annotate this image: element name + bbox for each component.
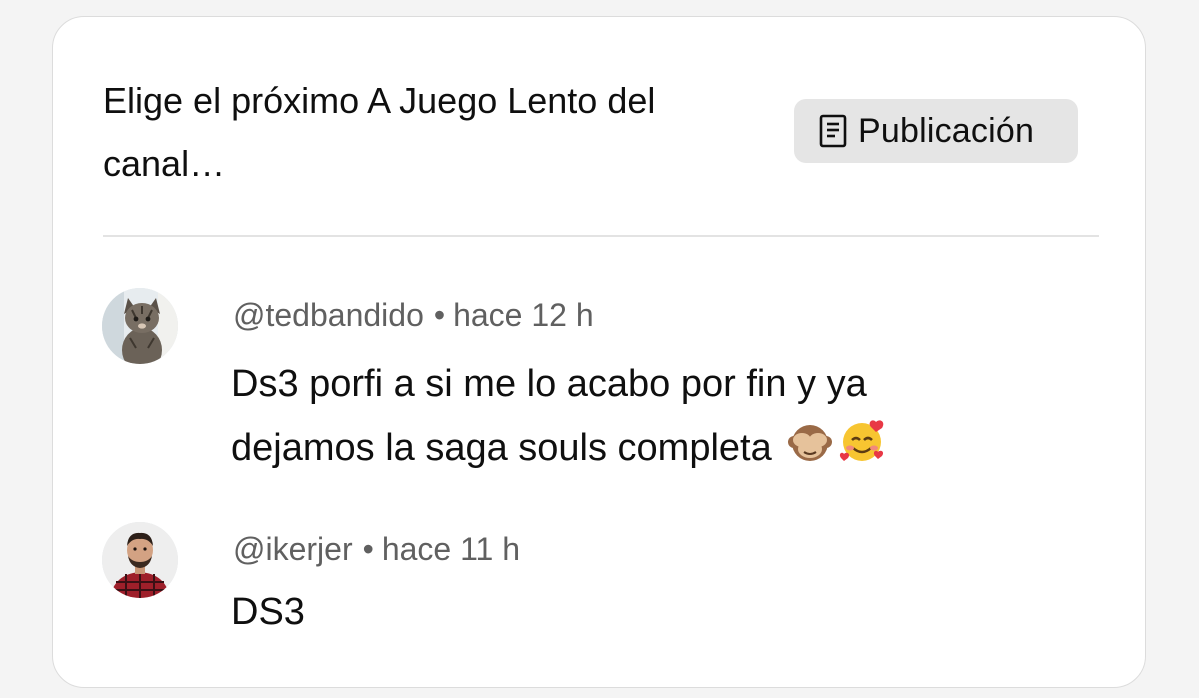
comment-author[interactable]: @tedbandido	[233, 297, 424, 333]
man-avatar	[102, 522, 178, 598]
post-document-icon	[818, 114, 848, 148]
comment-author[interactable]: @ikerjer	[233, 531, 353, 567]
comment-text: DS3	[231, 580, 1051, 644]
comment-meta: @ikerjer • hace 11 h	[233, 531, 520, 568]
comment-text: Ds3 porfi a si me lo acabo por fin y ya …	[231, 352, 1051, 480]
post-card: Elige el próximo A Juego Lento del canal…	[52, 16, 1146, 688]
comment-text-line: dejamos la saga souls completa	[231, 416, 1051, 480]
post-title[interactable]: Elige el próximo A Juego Lento del canal…	[103, 69, 743, 195]
cat-avatar	[102, 288, 178, 364]
comment-time[interactable]: hace 12 h	[453, 297, 594, 333]
meta-separator: •	[433, 297, 446, 333]
divider	[103, 235, 1099, 237]
see-no-evil-monkey-emoji	[786, 418, 834, 466]
comment-time[interactable]: hace 11 h	[382, 531, 520, 567]
meta-separator: •	[362, 531, 374, 567]
smiling-face-with-hearts-emoji	[838, 418, 886, 466]
avatar[interactable]	[102, 288, 178, 364]
avatar[interactable]	[102, 522, 178, 598]
comment-text-line-2: dejamos la saga souls completa	[231, 427, 772, 469]
post-type-badge[interactable]: Publicación	[794, 99, 1078, 163]
comment-text-line: Ds3 porfi a si me lo acabo por fin y ya	[231, 363, 867, 405]
comment-meta: @tedbandido • hace 12 h	[233, 297, 594, 334]
badge-label: Publicación	[858, 111, 1035, 150]
comment-text-line: DS3	[231, 591, 305, 633]
